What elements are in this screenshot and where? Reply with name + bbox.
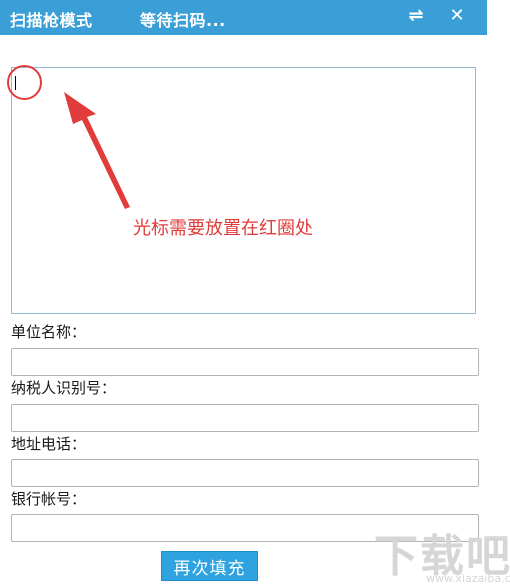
annotation-circle <box>7 65 42 100</box>
title-mode: 扫描枪模式 <box>10 11 93 30</box>
taxpayer-id-label: 纳税人识别号： <box>11 379 117 397</box>
watermark-url: www.xiazaiba.com <box>426 572 510 585</box>
title-bar: 扫描枪模式 等待扫码... ⇌ ✕ <box>0 0 487 35</box>
scan-input-area[interactable] <box>11 67 476 314</box>
scan-gun-window: 扫描枪模式 等待扫码... ⇌ ✕ 光标需要放置在红圈处 单位名称： 纳税人识别… <box>0 0 510 588</box>
address-phone-field[interactable] <box>11 459 479 487</box>
company-name-field[interactable] <box>11 348 479 376</box>
close-icon[interactable]: ✕ <box>444 2 470 30</box>
annotation-text: 光标需要放置在红圈处 <box>133 218 313 239</box>
watermark: 下载吧 www.xiazaiba.com <box>360 520 510 588</box>
refill-button[interactable]: 再次填充 <box>161 551 258 581</box>
swap-arrows-icon[interactable]: ⇌ <box>403 2 429 30</box>
company-name-label: 单位名称： <box>11 323 87 341</box>
bank-account-label: 银行帐号： <box>11 490 87 508</box>
taxpayer-id-field[interactable] <box>11 404 479 432</box>
title-status: 等待扫码... <box>140 11 226 30</box>
address-phone-label: 地址电话： <box>11 435 87 453</box>
